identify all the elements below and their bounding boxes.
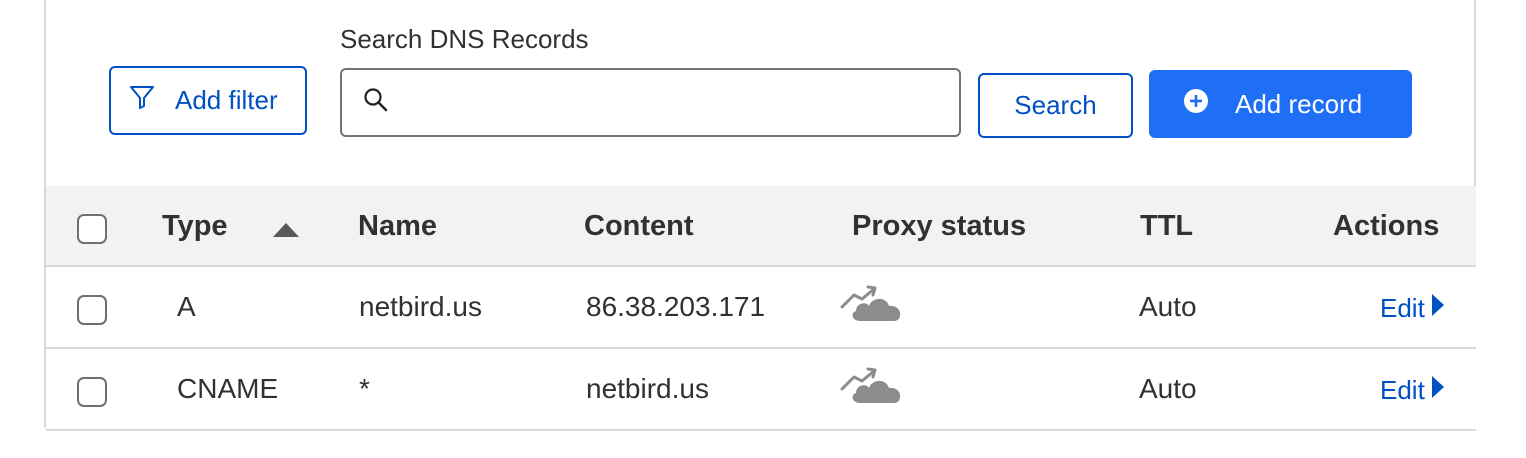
add-filter-button[interactable]: Add filter [109, 66, 307, 135]
edit-label: Edit [1380, 375, 1425, 405]
sort-ascending-icon[interactable] [272, 222, 300, 243]
search-label: Search DNS Records [340, 24, 589, 54]
table-header: Type Name Content Proxy status TTL Actio… [46, 186, 1476, 267]
column-header-content: Content [584, 210, 694, 242]
record-ttl: Auto [1139, 291, 1197, 322]
edit-button[interactable]: Edit [1380, 293, 1445, 324]
dns-only-cloud-icon [840, 365, 906, 410]
search-field[interactable] [340, 68, 961, 137]
table-row: CNAME * netbird.us Auto Edit [46, 349, 1476, 431]
caret-right-icon [1431, 375, 1445, 406]
column-header-proxy-status: Proxy status [852, 210, 1027, 242]
caret-right-icon [1431, 293, 1445, 324]
record-name: netbird.us [359, 291, 482, 322]
dns-only-cloud-icon [840, 283, 906, 328]
search-icon [362, 86, 390, 119]
add-filter-label: Add filter [175, 85, 278, 115]
record-ttl: Auto [1139, 373, 1197, 404]
edit-button[interactable]: Edit [1380, 375, 1445, 406]
add-record-button[interactable]: Add record [1149, 70, 1412, 138]
row-checkbox[interactable] [77, 295, 107, 325]
record-content: 86.38.203.171 [586, 291, 766, 322]
row-checkbox[interactable] [77, 377, 107, 407]
search-button[interactable]: Search [978, 73, 1133, 138]
column-header-ttl: TTL [1140, 210, 1194, 242]
search-input[interactable] [400, 87, 959, 118]
select-all-checkbox[interactable] [77, 214, 107, 244]
column-header-actions: Actions [1333, 210, 1440, 242]
record-content: netbird.us [586, 373, 709, 404]
column-header-name: Name [358, 210, 437, 242]
add-record-label: Add record [1235, 88, 1363, 119]
record-name: * [359, 373, 370, 404]
record-type: A [177, 291, 196, 322]
edit-label: Edit [1380, 293, 1425, 323]
column-header-type[interactable]: Type [162, 210, 228, 243]
plus-circle-icon [1183, 88, 1209, 121]
filter-icon [129, 84, 155, 117]
record-type: CNAME [177, 373, 279, 404]
table-row: A netbird.us 86.38.203.171 Auto Edit [46, 267, 1476, 349]
